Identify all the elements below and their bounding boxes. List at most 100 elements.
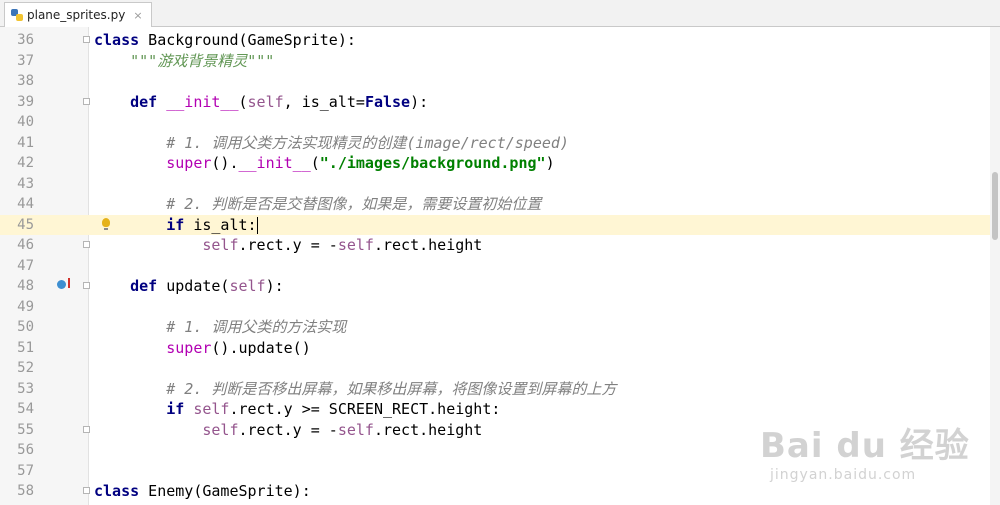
code-text: # 2. 判断是否移出屏幕，如果移出屏幕，将图像设置到屏幕的上方 (94, 379, 616, 400)
code-line[interactable]: 44 # 2. 判断是否是交替图像，如果是，需要设置初始位置 (0, 194, 1000, 215)
line-number: 37 (17, 52, 34, 69)
code-token: Background(GameSprite): (139, 31, 356, 49)
line-number: 45 (17, 216, 34, 233)
code-token: ): (410, 92, 429, 111)
code-line[interactable]: 49 (0, 297, 1000, 318)
override-method-icon[interactable] (57, 278, 70, 289)
code-token: .rect.y = - (238, 236, 338, 254)
code-token: # 2. 判断是否是交替图像，如果是，需要设置初始位置 (166, 195, 542, 213)
code-line[interactable]: 41 # 1. 调用父类方法实现精灵的创建(image/rect/speed) (0, 133, 1000, 154)
code-token: class (94, 31, 140, 49)
line-number: 56 (17, 442, 34, 458)
code-token: ): (265, 277, 284, 295)
code-text: class Background(GameSprite): (94, 30, 356, 51)
code-text: self.rect.y = -self.rect.height (94, 420, 482, 441)
line-number: 40 (17, 114, 34, 130)
code-line[interactable]: 51 super().update() (0, 338, 1000, 359)
code-token: ().update() (211, 338, 311, 357)
code-line[interactable]: 39 def __init__(self, is_alt=False): (0, 92, 1000, 113)
code-line[interactable]: 46 self.rect.y = -self.rect.height (0, 235, 1000, 256)
code-line[interactable]: 42 super().__init__("./images/background… (0, 153, 1000, 174)
code-token: if (166, 400, 185, 418)
code-token: ( (238, 92, 248, 111)
code-token: is_alt: (184, 215, 257, 234)
code-line[interactable]: 38 (0, 71, 1000, 92)
fold-marker-icon[interactable] (83, 282, 90, 289)
code-line[interactable]: 40 (0, 112, 1000, 133)
close-tab-icon[interactable]: × (133, 9, 142, 22)
fold-marker-icon[interactable] (83, 487, 90, 494)
line-number: 39 (17, 93, 34, 110)
watermark-url: jingyan.baidu.com (770, 467, 917, 483)
code-line[interactable]: 50 # 1. 调用父类的方法实现 (0, 317, 1000, 338)
code-token: .rect.y = - (238, 420, 338, 439)
fold-marker-icon[interactable] (83, 36, 90, 43)
code-token: def (130, 277, 158, 295)
code-token: self (193, 400, 230, 418)
code-text: def update(self): (94, 276, 284, 297)
code-line[interactable]: 45 if is_alt: (0, 214, 1000, 235)
code-line[interactable]: 54 if self.rect.y >= SCREEN_RECT.height: (0, 399, 1000, 420)
code-token: .rect.height (373, 420, 483, 439)
code-token: .rect.y >= SCREEN_RECT.height: (229, 400, 501, 418)
code-text: super().__init__("./images/background.pn… (94, 153, 554, 174)
code-token: update( (157, 277, 230, 295)
code-token: __init__ (238, 154, 311, 172)
code-text: if self.rect.y >= SCREEN_RECT.height: (94, 399, 500, 420)
fold-marker-icon[interactable] (83, 241, 90, 248)
code-token: False (364, 92, 411, 111)
code-text: # 1. 调用父类的方法实现 (94, 317, 346, 338)
fold-marker-icon[interactable] (83, 425, 90, 433)
code-token: self (202, 236, 239, 254)
code-token: (). (211, 154, 239, 172)
code-token: self (229, 277, 266, 295)
code-line[interactable]: 48 def update(self): (0, 276, 1000, 297)
code-token: __init__ (166, 92, 239, 111)
code-token: # 1. 调用父类方法实现精灵的创建(image/rect/speed) (166, 133, 569, 152)
code-line[interactable]: 47 (0, 256, 1000, 277)
line-number: 53 (17, 380, 34, 397)
file-tab-label: plane_sprites.py (27, 8, 126, 22)
code-line[interactable]: 36 class Background(GameSprite): (0, 30, 1000, 51)
code-token: .rect.height (373, 236, 483, 254)
code-token: super (166, 154, 212, 172)
code-line[interactable]: 53 # 2. 判断是否移出屏幕，如果移出屏幕，将图像设置到屏幕的上方 (0, 379, 1000, 400)
code-text: """游戏背景精灵""" (94, 51, 274, 72)
line-number: 57 (17, 462, 34, 479)
line-number: 54 (17, 401, 34, 417)
line-number: 52 (17, 360, 34, 376)
file-tab[interactable]: plane_sprites.py × (4, 2, 152, 27)
code-line[interactable]: 52 (0, 358, 1000, 379)
code-text: def __init__(self, is_alt=False): (94, 92, 428, 113)
editor-tab-bar: plane_sprites.py × (0, 0, 1000, 27)
code-text: self.rect.y = -self.rect.height (94, 235, 482, 256)
code-token: def (130, 92, 158, 111)
code-text: # 2. 判断是否是交替图像，如果是，需要设置初始位置 (94, 194, 541, 215)
line-number: 51 (17, 339, 34, 356)
code-line[interactable]: 43 (0, 174, 1000, 195)
line-number: 44 (17, 196, 34, 212)
line-number: 50 (17, 319, 34, 335)
line-number: 55 (17, 421, 34, 438)
line-number: 43 (17, 175, 34, 192)
baidu-watermark: Bai du 经验 jingyan.baidu.com (760, 418, 995, 488)
code-token: self (247, 92, 284, 111)
watermark-logo: Bai du 经验 (760, 426, 970, 466)
fold-marker-icon[interactable] (83, 97, 90, 105)
code-token: # 1. 调用父类的方法实现 (166, 318, 347, 336)
code-line[interactable]: 37 """游戏背景精灵""" (0, 51, 1000, 72)
scrollbar-thumb[interactable] (992, 172, 998, 240)
code-token: "./images/background.png" (319, 154, 546, 172)
